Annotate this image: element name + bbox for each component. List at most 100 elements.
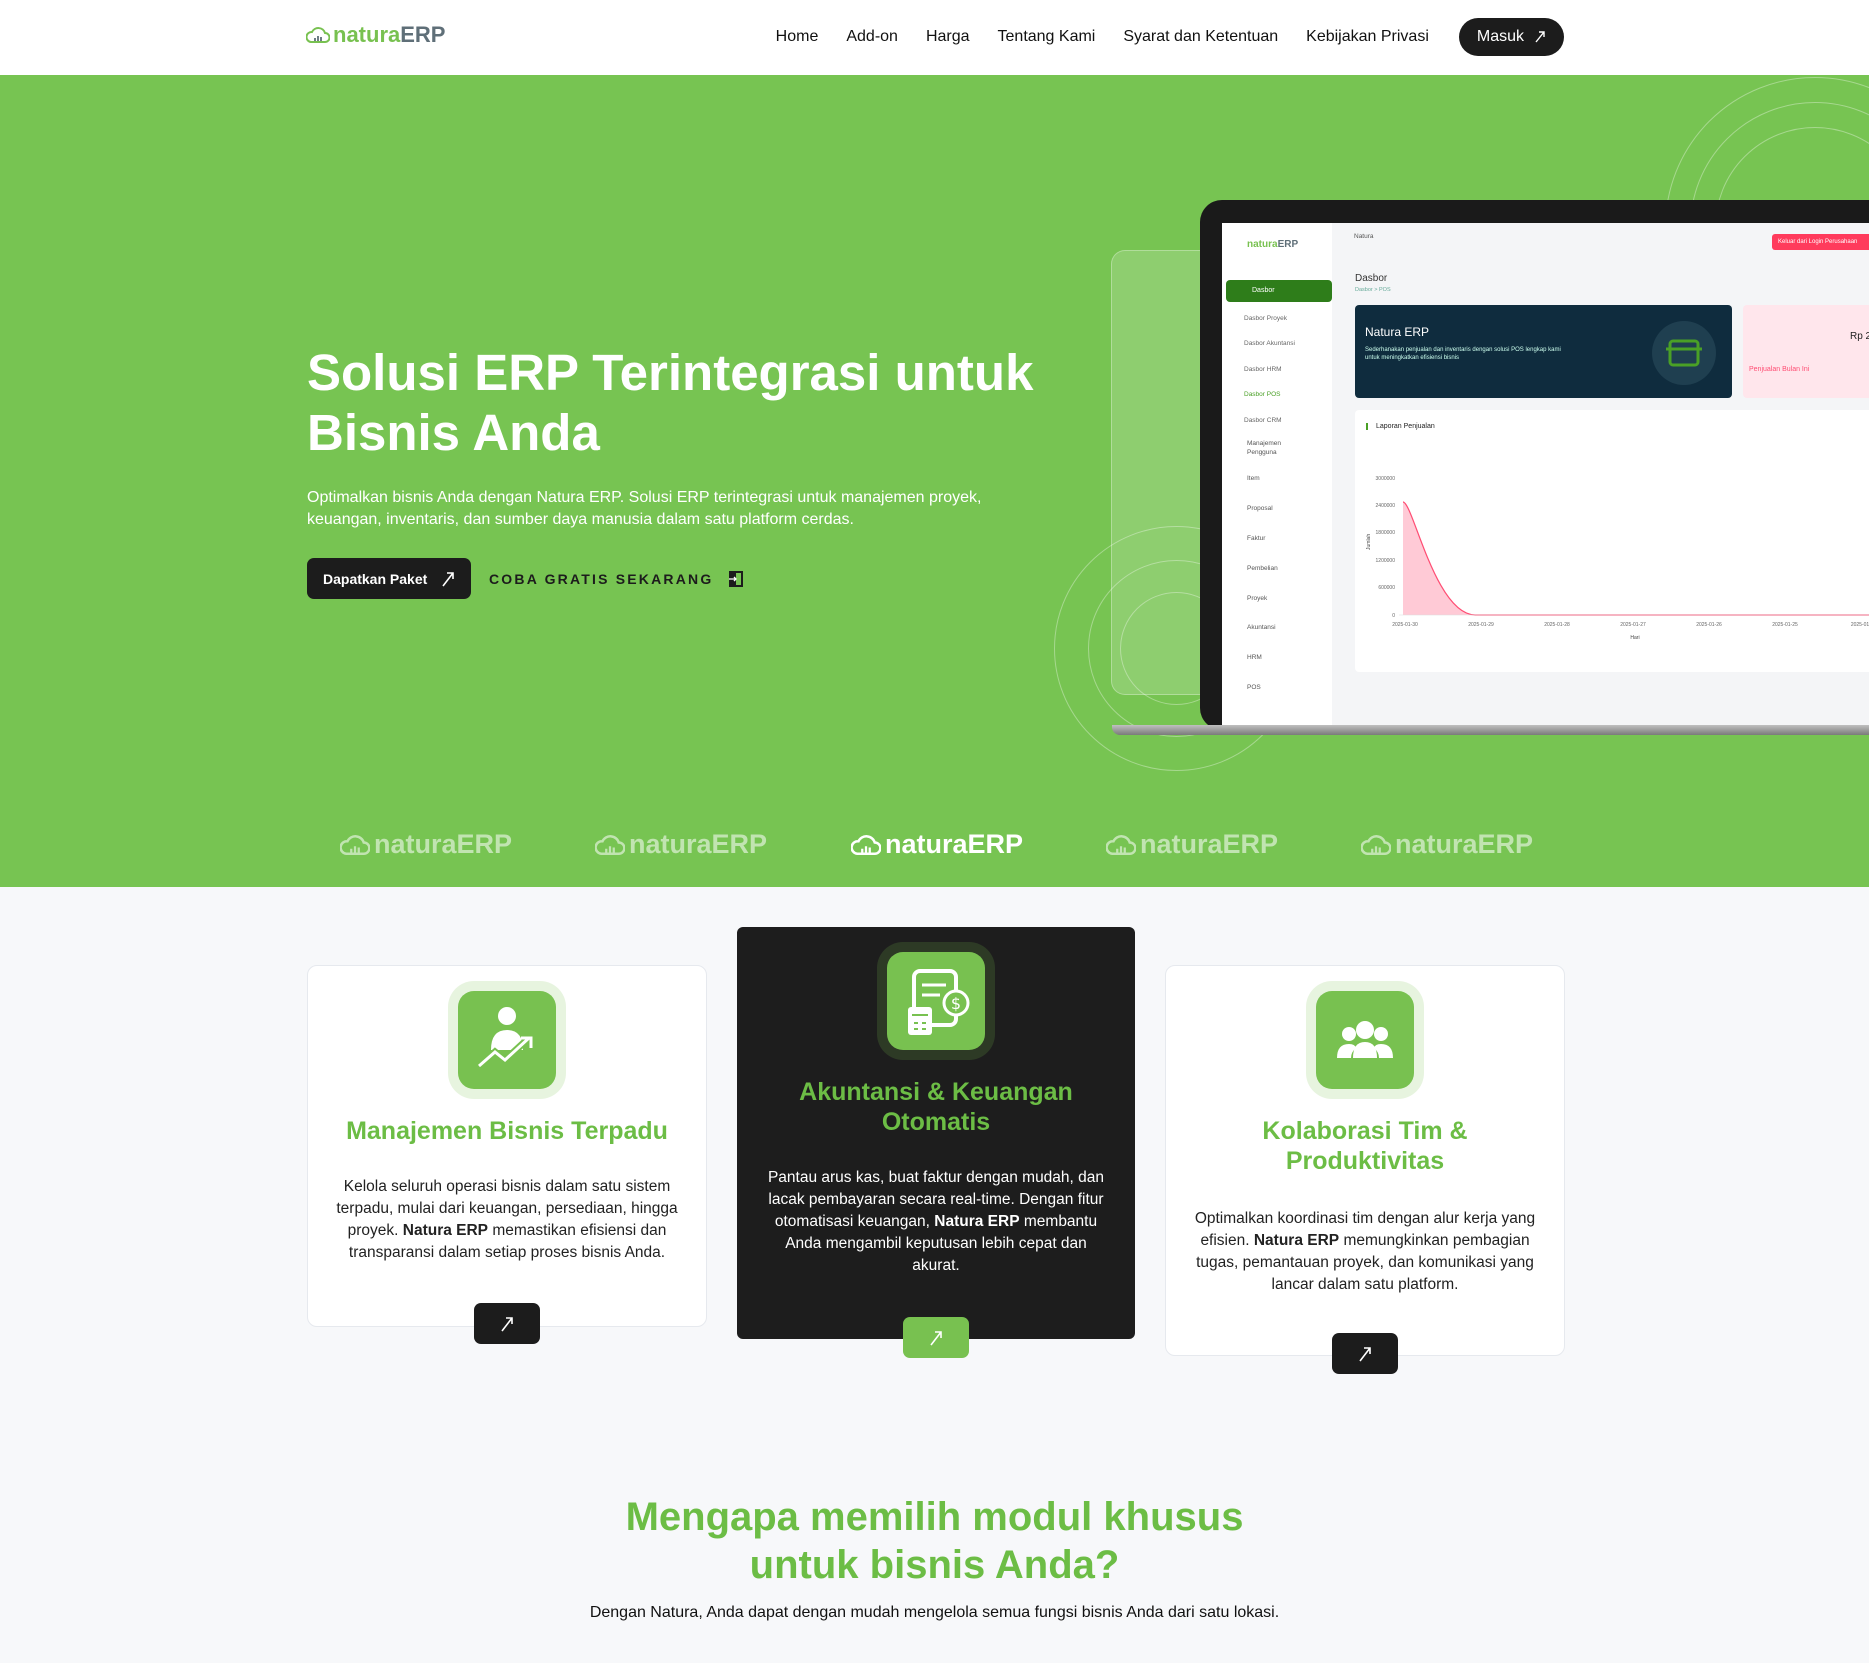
dashboard-preview: naturaERP Dasbor Dasbor Proyek Dasbor Ak… [1222, 223, 1869, 726]
cloud-chart-icon [1361, 834, 1391, 855]
why-section-title: Mengapa memilih modul khusus untuk bisni… [0, 1493, 1869, 1589]
nav-addon[interactable]: Add-on [832, 18, 912, 56]
feature-title: Akuntansi & Keuangan Otomatis [799, 1078, 1073, 1136]
preview-logo-erp: ERP [1277, 239, 1299, 250]
y-tick: 600000 [1378, 585, 1395, 591]
get-package-button[interactable]: Dapatkan Paket [307, 558, 472, 599]
feature-text: Optimalkan koordinasi tim dengan alur ke… [1192, 1208, 1538, 1296]
preview-submenu: Dasbor Proyek [1244, 315, 1287, 322]
pos-icon [1652, 321, 1716, 385]
sales-line [1402, 501, 1869, 616]
partner-logo: naturaERP [851, 829, 1023, 860]
team-icon [1316, 991, 1414, 1089]
try-free-button[interactable]: COBA GRATIS SEKARANG [489, 558, 745, 599]
why-title-text: Mengapa memilih modul khusus untuk bisni… [625, 1495, 1244, 1587]
preview-sales-report: Laporan Penjualan 3000000 2400000 180000… [1355, 410, 1869, 672]
sales-area [1403, 502, 1869, 615]
preview-logo: naturaERP [1247, 239, 1298, 250]
preview-logo-natura: natura [1247, 239, 1278, 250]
feature-text-brand: Natura ERP [402, 1222, 489, 1239]
partner-logo: naturaERP [595, 829, 767, 860]
arrow-up-right-icon [1359, 1346, 1371, 1361]
feature-link-button[interactable] [1332, 1333, 1398, 1374]
feature-title: Kolaborasi Tim & Produktivitas [1262, 1117, 1468, 1175]
arrow-up-right-icon [442, 571, 455, 586]
hero-description: Optimalkan bisnis Anda dengan Natura ERP… [307, 489, 982, 528]
x-tick: 2025-01-29 [1468, 622, 1494, 628]
preview-menu: Manajemen Pengguna [1247, 439, 1307, 457]
preview-banner-title: Natura ERP [1365, 325, 1430, 339]
preview-sidebar: naturaERP Dasbor Dasbor Proyek Dasbor Ak… [1222, 223, 1332, 726]
cloud-chart-icon [595, 834, 625, 855]
preview-banner: Natura ERP Sederhanakan penjualan dan in… [1355, 305, 1732, 398]
feature-text-brand: Natura ERP [1253, 1232, 1340, 1249]
feature-text: Kelola seluruh operasi bisnis dalam satu… [334, 1176, 680, 1264]
x-axis-label: Hari [1630, 635, 1639, 641]
try-free-label: COBA GRATIS SEKARANG [489, 570, 714, 587]
preview-page-title: Dasbor [1355, 273, 1388, 284]
cloud-chart-icon [851, 834, 881, 855]
nav-about[interactable]: Tentang Kami [984, 18, 1110, 56]
logo-text-erp: ERP [400, 22, 446, 47]
preview-logout: Keluar dari Login Perusahaan [1772, 234, 1869, 250]
partner-logo-text: naturaERP [1140, 829, 1279, 859]
feature-link-button[interactable] [474, 1303, 540, 1344]
feature-text-brand: Natura ERP [934, 1213, 1020, 1230]
hero-title: Solusi ERP Terintegrasi untuk Bisnis And… [307, 344, 1034, 461]
cloud-chart-icon [1106, 834, 1136, 855]
x-tick: 2025-01-25 [1772, 622, 1798, 628]
hero-section: Solusi ERP Terintegrasi untuk Bisnis And… [0, 75, 1869, 887]
x-tick: 2025-01-26 [1696, 622, 1722, 628]
login-door-icon [729, 570, 744, 587]
feature-card: Manajemen Bisnis Terpadu Kelola seluruh … [307, 965, 707, 1344]
feature-card: $ Akuntansi & Keuangan Otomatis Pantau a… [737, 927, 1135, 1358]
partner-logo-text: naturaERP [629, 829, 768, 859]
arrow-up-right-icon [501, 1316, 513, 1331]
invoice-calculator-icon: $ [887, 952, 985, 1050]
partner-logo-text: naturaERP [374, 829, 513, 859]
get-package-label: Dapatkan Paket [323, 570, 428, 587]
preview-sales-value: Rp 24.4 [1850, 331, 1869, 342]
y-tick: 3000000 [1376, 476, 1396, 482]
preview-breadcrumb: Dasbor > POS [1355, 287, 1391, 293]
preview-menu-dasbor: Dasbor [1226, 280, 1332, 302]
preview-submenu: Dasbor HRM [1244, 366, 1282, 373]
nav-home[interactable]: Home [762, 18, 833, 56]
nav-pricing[interactable]: Harga [912, 18, 984, 56]
partner-logo: naturaERP [1106, 829, 1278, 860]
partner-logo: naturaERP [1361, 829, 1533, 860]
preview-menu: HRM [1247, 654, 1262, 661]
nav-privacy[interactable]: Kebijakan Privasi [1292, 18, 1443, 56]
preview-submenu: Dasbor Akuntansi [1244, 340, 1295, 347]
why-section-subtitle: Dengan Natura, Anda dapat dengan mudah m… [589, 1604, 1280, 1621]
preview-menu: Faktur [1247, 535, 1266, 542]
preview-sales-label: Penjualan Bulan Ini [1749, 366, 1810, 373]
login-button[interactable]: Masuk [1458, 18, 1564, 56]
preview-menu: Item [1247, 475, 1260, 482]
preview-menu: Proyek [1247, 595, 1268, 602]
x-tick: 2025-01-30 [1392, 622, 1418, 628]
y-tick: 1800000 [1376, 530, 1396, 536]
preview-menu: POS [1247, 684, 1261, 691]
preview-banner-text: Sederhanakan penjualan dan inventaris de… [1365, 347, 1561, 361]
arrow-up-right-icon [1535, 31, 1545, 43]
feature-link-button[interactable] [903, 1317, 969, 1358]
cloud-chart-icon [340, 834, 370, 855]
preview-sales-card: Rp 24.4 Penjualan Bulan Ini [1743, 305, 1869, 398]
partner-logo-text: naturaERP [885, 829, 1024, 859]
partner-logo: naturaERP [340, 829, 512, 860]
top-navbar: natura ERP Home Add-on Harga Tentang Kami… [0, 0, 1869, 75]
nav-terms[interactable]: Syarat dan Ketentuan [1109, 18, 1292, 56]
feature-title: Manajemen Bisnis Terpadu [346, 1117, 668, 1145]
nav-menu: Home Add-on Harga Tentang Kami Syarat da… [762, 18, 1564, 56]
partner-logo-text: naturaERP [1395, 829, 1534, 859]
business-growth-icon [458, 991, 556, 1089]
y-tick: 0 [1392, 613, 1395, 619]
x-tick: 2025-01-28 [1544, 622, 1570, 628]
login-button-label: Masuk [1476, 28, 1524, 45]
arrow-up-right-icon [930, 1330, 942, 1345]
logo-text-natura: natura [333, 22, 401, 47]
site-logo[interactable]: natura ERP [306, 22, 446, 48]
preview-company: Natura [1354, 233, 1374, 240]
preview-submenu: Dasbor POS [1244, 391, 1281, 398]
